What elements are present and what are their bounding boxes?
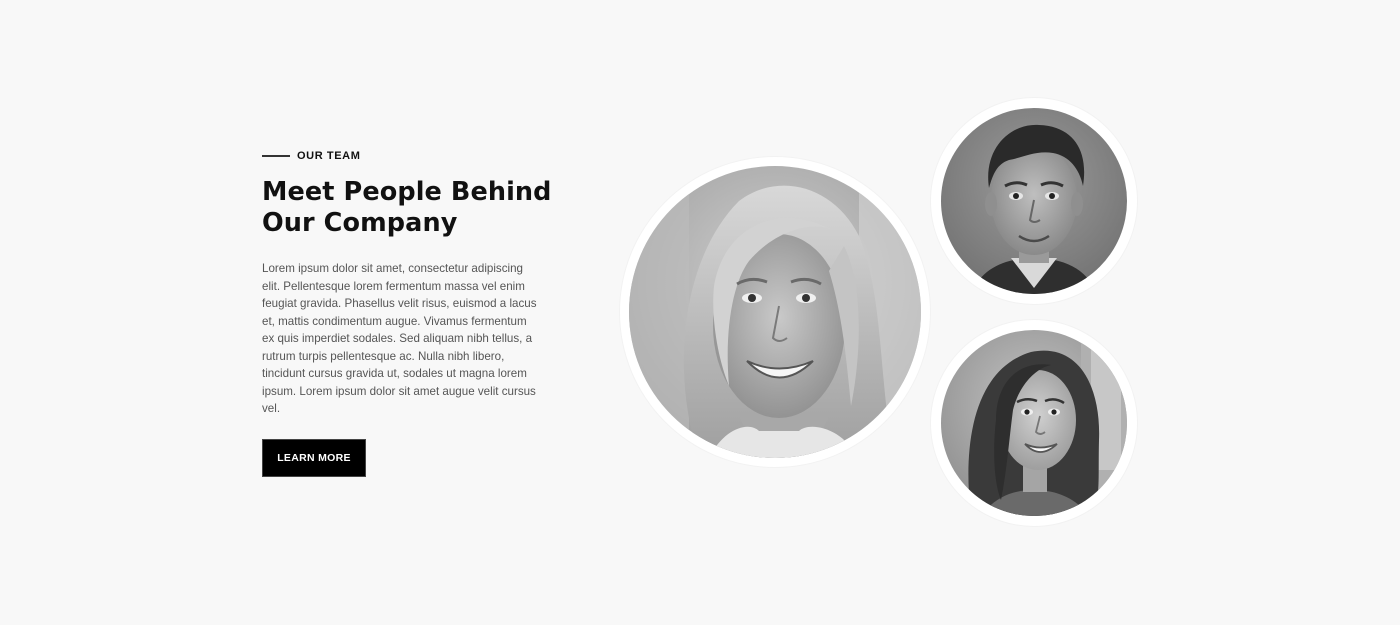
team-photo-man (941, 108, 1127, 294)
eyebrow-line (262, 155, 290, 157)
section-heading: Meet People Behind Our Company (262, 177, 552, 239)
learn-more-button[interactable]: LEARN MORE (262, 439, 366, 477)
team-section: OUR TEAM Meet People Behind Our Company … (0, 0, 1400, 625)
body-line: rutrum turpis pellentesque ac. Nulla nib… (262, 349, 505, 363)
team-text-column: OUR TEAM Meet People Behind Our Company … (262, 148, 552, 418)
body-line: tincidunt cursus gravida ut, sodales ut … (262, 367, 527, 380)
woman-blonde-portrait (629, 166, 921, 458)
team-photo-woman-brunette (941, 330, 1127, 516)
body-line: elit. Pellentesque lorem fermentum massa… (262, 279, 525, 293)
body-line: vel. (262, 402, 281, 415)
woman-brunette-portrait (941, 330, 1127, 516)
eyebrow-label: OUR TEAM (297, 150, 361, 162)
man-portrait (941, 108, 1127, 294)
body-line: Lorem ipsum dolor sit amet, consectetur … (262, 262, 523, 275)
heading-line-1: Meet People Behind (262, 177, 552, 207)
body-line: ex quis imperdiet sodales. Sed aliquam n… (262, 332, 533, 345)
body-line: et, mattis condimentum augue. Vivamus fe… (262, 314, 527, 328)
team-photo-woman-blonde (629, 166, 921, 458)
body-line: ipsum. Lorem ipsum dolor sit amet augue … (262, 384, 536, 398)
eyebrow: OUR TEAM (262, 148, 552, 164)
body-line: feugiat gravida. Phasellus velit risus, … (262, 297, 537, 310)
heading-line-2: Our Company (262, 208, 458, 238)
section-body-text: Lorem ipsum dolor sit amet, consectetur … (262, 260, 547, 418)
